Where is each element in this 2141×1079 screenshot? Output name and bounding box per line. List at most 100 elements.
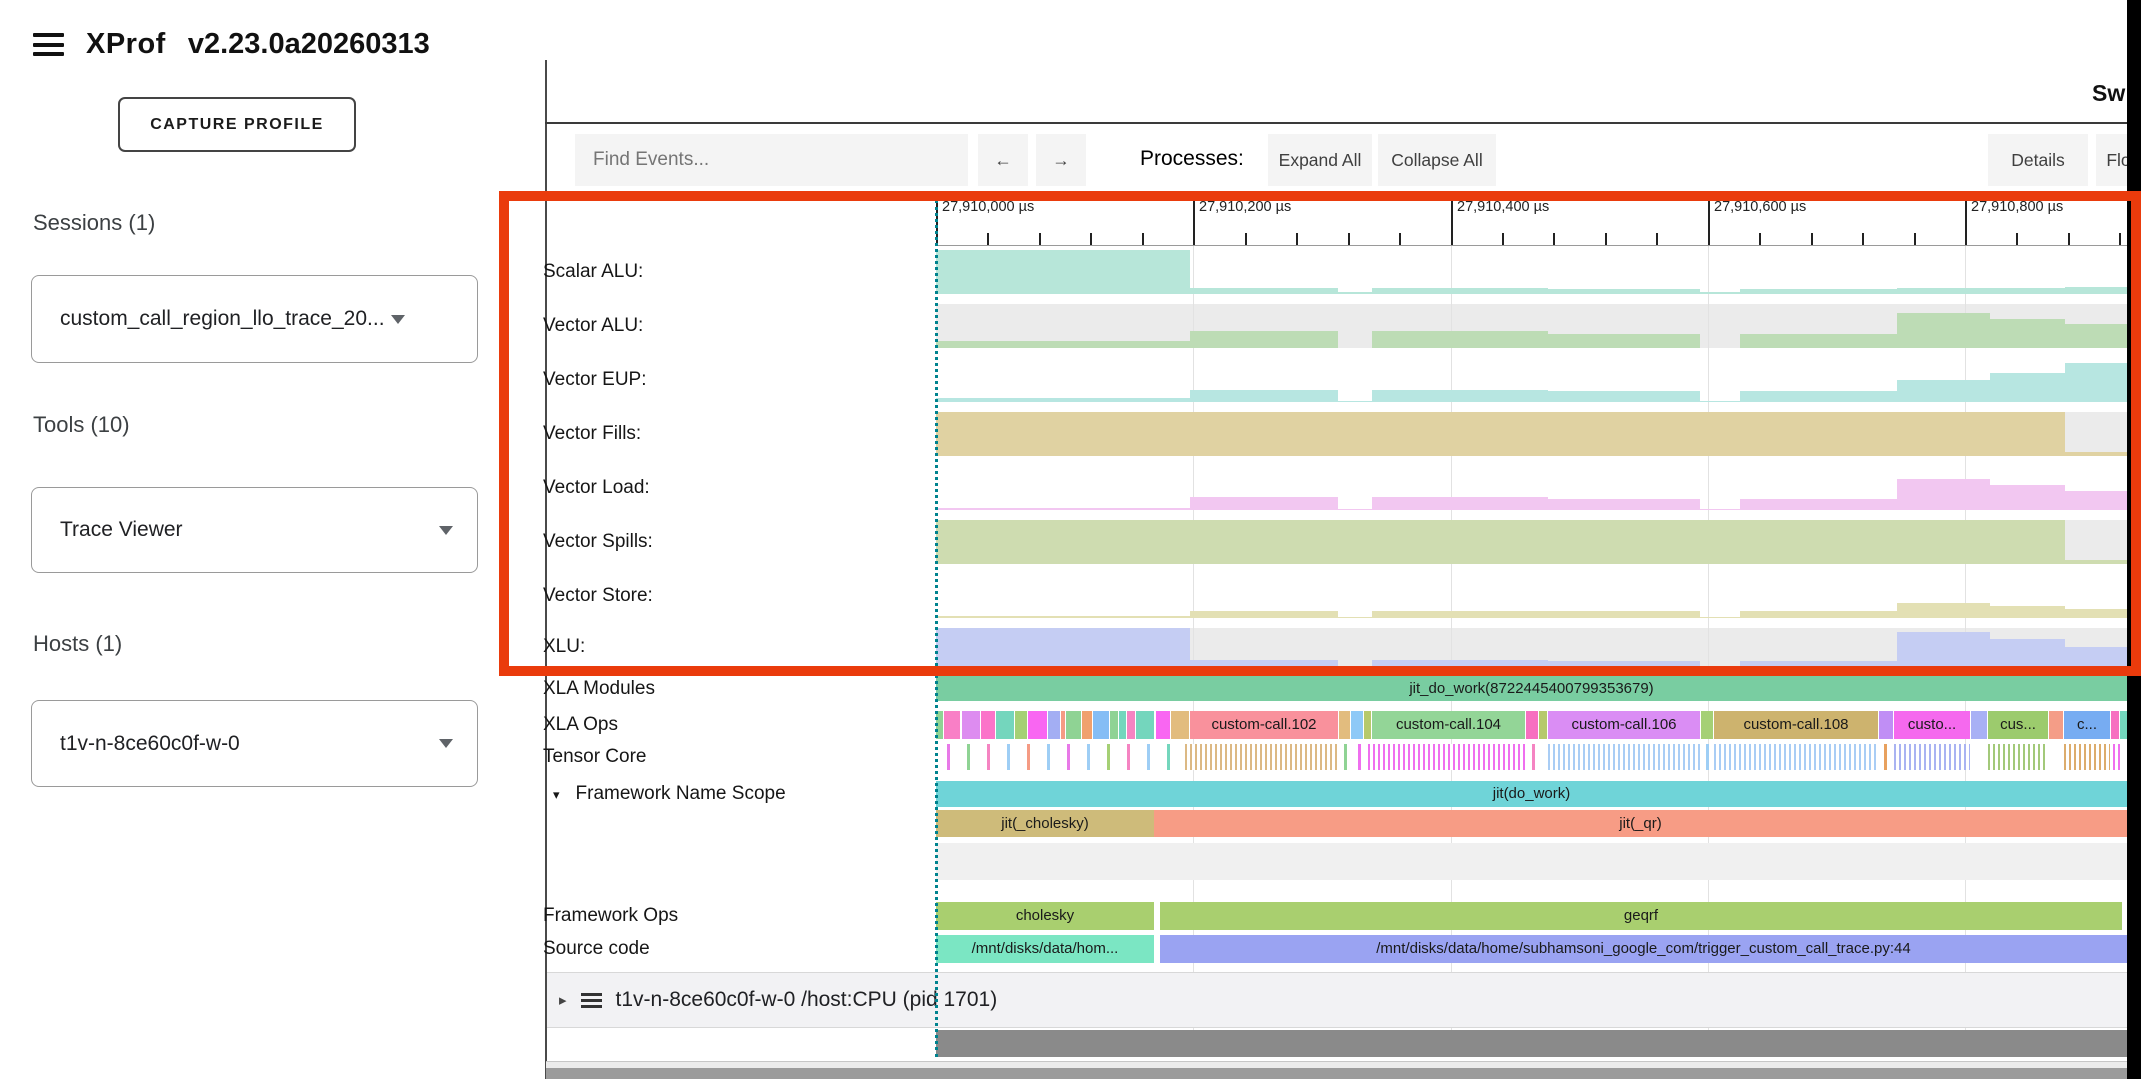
trace-event[interactable] [1526,711,1538,739]
counter-sample-area[interactable] [936,412,2065,456]
trace-event[interactable] [981,711,995,739]
counter-sample-area[interactable] [936,398,1190,402]
counter-sample-area[interactable] [936,341,1190,348]
counter-sample-area[interactable] [1372,497,1548,510]
counter-sample-area[interactable] [1740,289,1897,294]
trace-event[interactable] [2049,711,2063,739]
counter-sample-area[interactable] [1990,639,2065,666]
trace-event[interactable]: custo... [1894,711,1970,739]
trace-event[interactable] [1171,711,1189,739]
trace-event[interactable] [1339,711,1350,739]
counter-sample-area[interactable] [2065,491,2127,510]
counter-sample-area[interactable] [936,628,1190,666]
trace-event-sliver[interactable] [1532,744,1535,770]
counter-sample-area[interactable] [1372,660,1548,666]
trace-event-sliver[interactable] [1884,744,1887,770]
counter-sample-area[interactable] [2065,647,2127,666]
counter-sample-area[interactable] [1740,391,1897,402]
trace-event[interactable] [962,711,980,739]
drag-handle-icon[interactable] [581,993,602,1008]
trace-event[interactable]: jit(do_work) [936,781,2127,807]
counter-sample-area[interactable] [2065,324,2127,348]
trace-event-stripes[interactable] [1714,744,1878,770]
trace-event[interactable]: custom-call.104 [1372,711,1525,739]
trace-event[interactable]: cus... [1988,711,2048,739]
trace-event-sliver[interactable] [967,744,970,770]
counter-sample-area[interactable] [1190,611,1338,618]
counter-sample-area[interactable] [1548,391,1700,402]
counter-sample-area[interactable] [1740,661,1897,666]
trace-event[interactable] [1015,711,1027,739]
trace-event-sliver[interactable] [1027,744,1030,770]
trace-event[interactable] [1048,711,1060,739]
counter-sample-area[interactable] [1548,661,1700,666]
trace-event-sliver[interactable] [1167,744,1170,770]
counter-sample-area[interactable] [2065,363,2127,402]
trace-event-sliver[interactable] [1127,744,1130,770]
trace-event[interactable]: /mnt/disks/data/hom... [936,935,1154,963]
counter-sample-area[interactable] [1897,479,1990,510]
trace-event[interactable] [2120,711,2127,739]
counter-sample-area[interactable] [2065,609,2127,618]
trace-event-sliver[interactable] [987,744,990,770]
trace-event-sliver[interactable] [1358,744,1361,770]
trace-event[interactable] [1136,711,1154,739]
trace-event-sliver[interactable] [1107,744,1110,770]
trace-event-sliver[interactable] [1706,744,1709,770]
counter-sample-area[interactable] [1372,390,1548,402]
trace-event[interactable]: custom-call.108 [1714,711,1878,739]
counter-sample-area[interactable] [1338,509,1372,510]
counter-sample-area[interactable] [1700,509,1740,510]
counter-sample-area[interactable] [1190,331,1338,348]
counter-sample-area[interactable] [1990,485,2065,510]
trace-event[interactable] [1110,711,1118,739]
counter-sample-area[interactable] [2065,560,2127,564]
trace-event[interactable] [1061,711,1065,739]
counter-sample-area[interactable] [1740,334,1897,348]
trace-event[interactable] [944,711,960,739]
counter-sample-area[interactable] [1372,611,1548,618]
trace-event[interactable]: geqrf [1160,902,2122,930]
trace-event[interactable] [1156,711,1170,739]
counter-sample-area[interactable] [1897,380,1990,402]
trace-event-sliver[interactable] [1344,744,1347,770]
trace-event[interactable]: custom-call.102 [1190,711,1338,739]
counter-sample-area[interactable] [1700,401,1740,402]
scrollbar-handle[interactable] [546,1068,2127,1079]
counter-sample-area[interactable] [1372,288,1548,294]
counter-sample-area[interactable] [1548,289,1700,294]
counter-sample-area[interactable] [1897,603,1990,618]
trace-event-stripes[interactable] [2113,744,2123,770]
trace-event[interactable] [1701,711,1713,739]
counter-sample-area[interactable] [1740,499,1897,510]
trace-event[interactable] [1093,711,1109,739]
trace-event[interactable] [1119,711,1126,739]
counter-sample-area[interactable] [1897,313,1990,348]
trace-event[interactable]: jit(_qr) [1154,810,2127,837]
host-process-row[interactable]: ▸ t1v-n-8ce60c0f-w-0 /host:CPU (pid 1701… [547,972,2127,1028]
counter-sample-area[interactable] [1190,497,1338,510]
trace-event[interactable]: custom-call.106 [1548,711,1700,739]
expand-arrow-icon[interactable]: ▸ [559,991,567,1009]
trace-event-sliver[interactable] [947,744,950,770]
counter-sample-area[interactable] [936,250,1190,294]
counter-sample-area[interactable] [1548,334,1700,348]
trace-event-sliver[interactable] [1147,744,1150,770]
counter-sample-area[interactable] [1338,292,1372,294]
trace-event[interactable] [1364,711,1371,739]
trace-event[interactable] [2111,711,2119,739]
counter-sample-area[interactable] [1700,617,1740,618]
horizontal-scrollbar[interactable] [546,1061,2141,1079]
counter-sample-area[interactable] [1338,401,1372,402]
trace-event[interactable] [1971,711,1987,739]
trace-event[interactable]: cholesky [936,902,1154,930]
trace-event[interactable]: jit(_cholesky) [936,810,1154,837]
trace-event[interactable] [1351,711,1363,739]
trace-event[interactable] [936,843,2127,880]
counter-sample-area[interactable] [936,508,1190,510]
trace-event[interactable] [1127,711,1135,739]
counter-sample-area[interactable] [1990,373,2065,402]
trace-event[interactable] [1066,711,1081,739]
trace-event[interactable]: c... [2064,711,2110,739]
counter-sample-area[interactable] [1372,331,1548,348]
